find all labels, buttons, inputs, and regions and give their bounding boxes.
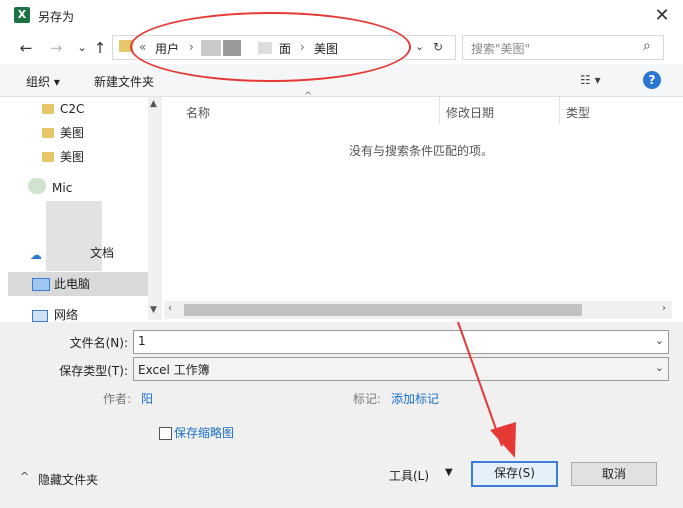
save-options-panel: 文件名(N): 1 ⌄ 保存类型(T): Excel 工作簿 ⌄ 作者: 阳 标… xyxy=(0,322,683,508)
hide-folders-button[interactable]: 隐藏文件夹 xyxy=(38,471,98,488)
excel-app-icon: X xyxy=(14,7,30,23)
column-divider[interactable] xyxy=(439,97,440,125)
tools-menu[interactable]: 工具(L) xyxy=(389,467,429,484)
chevron-down-icon[interactable]: ⌄ xyxy=(655,334,664,347)
filename-value[interactable]: 1 xyxy=(138,334,146,348)
sidebar-item-c2c[interactable]: C2C xyxy=(60,98,84,120)
folder-icon xyxy=(42,104,54,114)
annotation-ellipse xyxy=(130,12,411,82)
scroll-left-icon[interactable]: ‹ xyxy=(168,303,172,314)
column-header-date-modified[interactable]: 修改日期 xyxy=(446,104,494,121)
column-header-type[interactable]: 类型 xyxy=(566,104,590,121)
dialog-title: 另存为 xyxy=(38,10,75,24)
chevron-up-icon[interactable]: ^ xyxy=(20,470,29,483)
save-as-dialog: X 另存为 ✕ ← → ⌄ ↑ « 用户 › 面 › 美图 ⌄ ↻ 搜索"美图"… xyxy=(0,0,683,508)
address-dropdown-icon[interactable]: ⌄ xyxy=(415,40,424,53)
network-icon xyxy=(32,310,48,322)
file-list-hscrollbar[interactable]: ‹ › xyxy=(164,301,672,319)
cancel-button[interactable]: 取消 xyxy=(571,462,657,486)
search-icon[interactable]: ⌕ xyxy=(643,38,651,54)
search-box[interactable]: 搜索"美图" ⌕ xyxy=(462,35,664,60)
view-options-icon[interactable]: ☷ ▾ xyxy=(580,73,601,87)
search-placeholder[interactable]: 搜索"美图" xyxy=(471,40,530,57)
close-button[interactable]: ✕ xyxy=(648,2,676,30)
help-icon[interactable]: ? xyxy=(643,71,661,89)
forward-arrow-icon[interactable]: → xyxy=(46,38,66,58)
sidebar-scrollbar[interactable]: ▲ ▼ xyxy=(148,97,162,320)
column-divider[interactable] xyxy=(559,97,560,125)
sidebar-item-this-pc[interactable]: 此电脑 xyxy=(54,273,90,295)
author-value[interactable]: 阳 xyxy=(141,390,153,407)
annotation-arrow xyxy=(457,321,516,458)
tags-label: 标记: xyxy=(353,392,382,406)
scroll-up-icon[interactable]: ▲ xyxy=(150,99,157,109)
cloud-icon: ☁ xyxy=(30,248,42,262)
scroll-right-icon[interactable]: › xyxy=(662,303,666,314)
file-list: ^ 名称 修改日期 类型 没有与搜索条件匹配的项。 xyxy=(164,91,672,321)
computer-icon xyxy=(32,278,50,291)
folder-icon xyxy=(42,152,54,162)
new-folder-button[interactable]: 新建文件夹 xyxy=(94,73,154,90)
sidebar-item-documents[interactable]: 文档 xyxy=(90,242,114,264)
add-tags-link[interactable]: 添加标记 xyxy=(391,390,439,407)
onedrive-icon xyxy=(28,178,46,194)
chevron-down-icon[interactable]: ⌄ xyxy=(655,361,664,374)
filename-label: 文件名(N): xyxy=(69,336,128,350)
scroll-down-icon[interactable]: ▼ xyxy=(150,305,157,315)
up-arrow-icon[interactable]: ↑ xyxy=(90,38,110,58)
empty-state-message: 没有与搜索条件匹配的项。 xyxy=(349,144,494,158)
sidebar-item-network[interactable]: 网络 xyxy=(54,304,78,321)
refresh-icon[interactable]: ↻ xyxy=(433,40,443,54)
sidebar-item-microsoft[interactable]: Mic xyxy=(52,177,72,199)
filetype-label: 保存类型(T): xyxy=(59,364,128,378)
filetype-value[interactable]: Excel 工作簿 xyxy=(138,361,210,378)
filetype-select[interactable]: Excel 工作簿 ⌄ xyxy=(133,357,669,381)
scrollbar-thumb[interactable] xyxy=(184,304,582,316)
tools-dropdown-icon[interactable]: ▼ xyxy=(445,467,453,478)
sidebar-item-meitu[interactable]: 美图 xyxy=(60,122,84,144)
filename-input[interactable]: 1 ⌄ xyxy=(133,330,669,354)
organize-menu[interactable]: 组织 ▾ xyxy=(26,73,60,90)
column-header-name[interactable]: 名称 xyxy=(186,104,210,121)
save-thumbnail-label[interactable]: 保存缩略图 xyxy=(174,424,234,441)
sort-indicator-icon: ^ xyxy=(304,91,313,102)
folder-icon xyxy=(42,128,54,138)
back-arrow-icon[interactable]: ← xyxy=(16,38,36,58)
sidebar-item-meitu-2[interactable]: 美图 xyxy=(60,146,84,168)
recent-locations-chevron-icon[interactable]: ⌄ xyxy=(72,38,92,58)
navigation-pane: C2C 美图 美图 Mic ☁ 文档 此电脑 网络 xyxy=(8,97,162,322)
author-label: 作者: xyxy=(103,392,132,406)
save-thumbnail-checkbox[interactable] xyxy=(159,427,172,440)
